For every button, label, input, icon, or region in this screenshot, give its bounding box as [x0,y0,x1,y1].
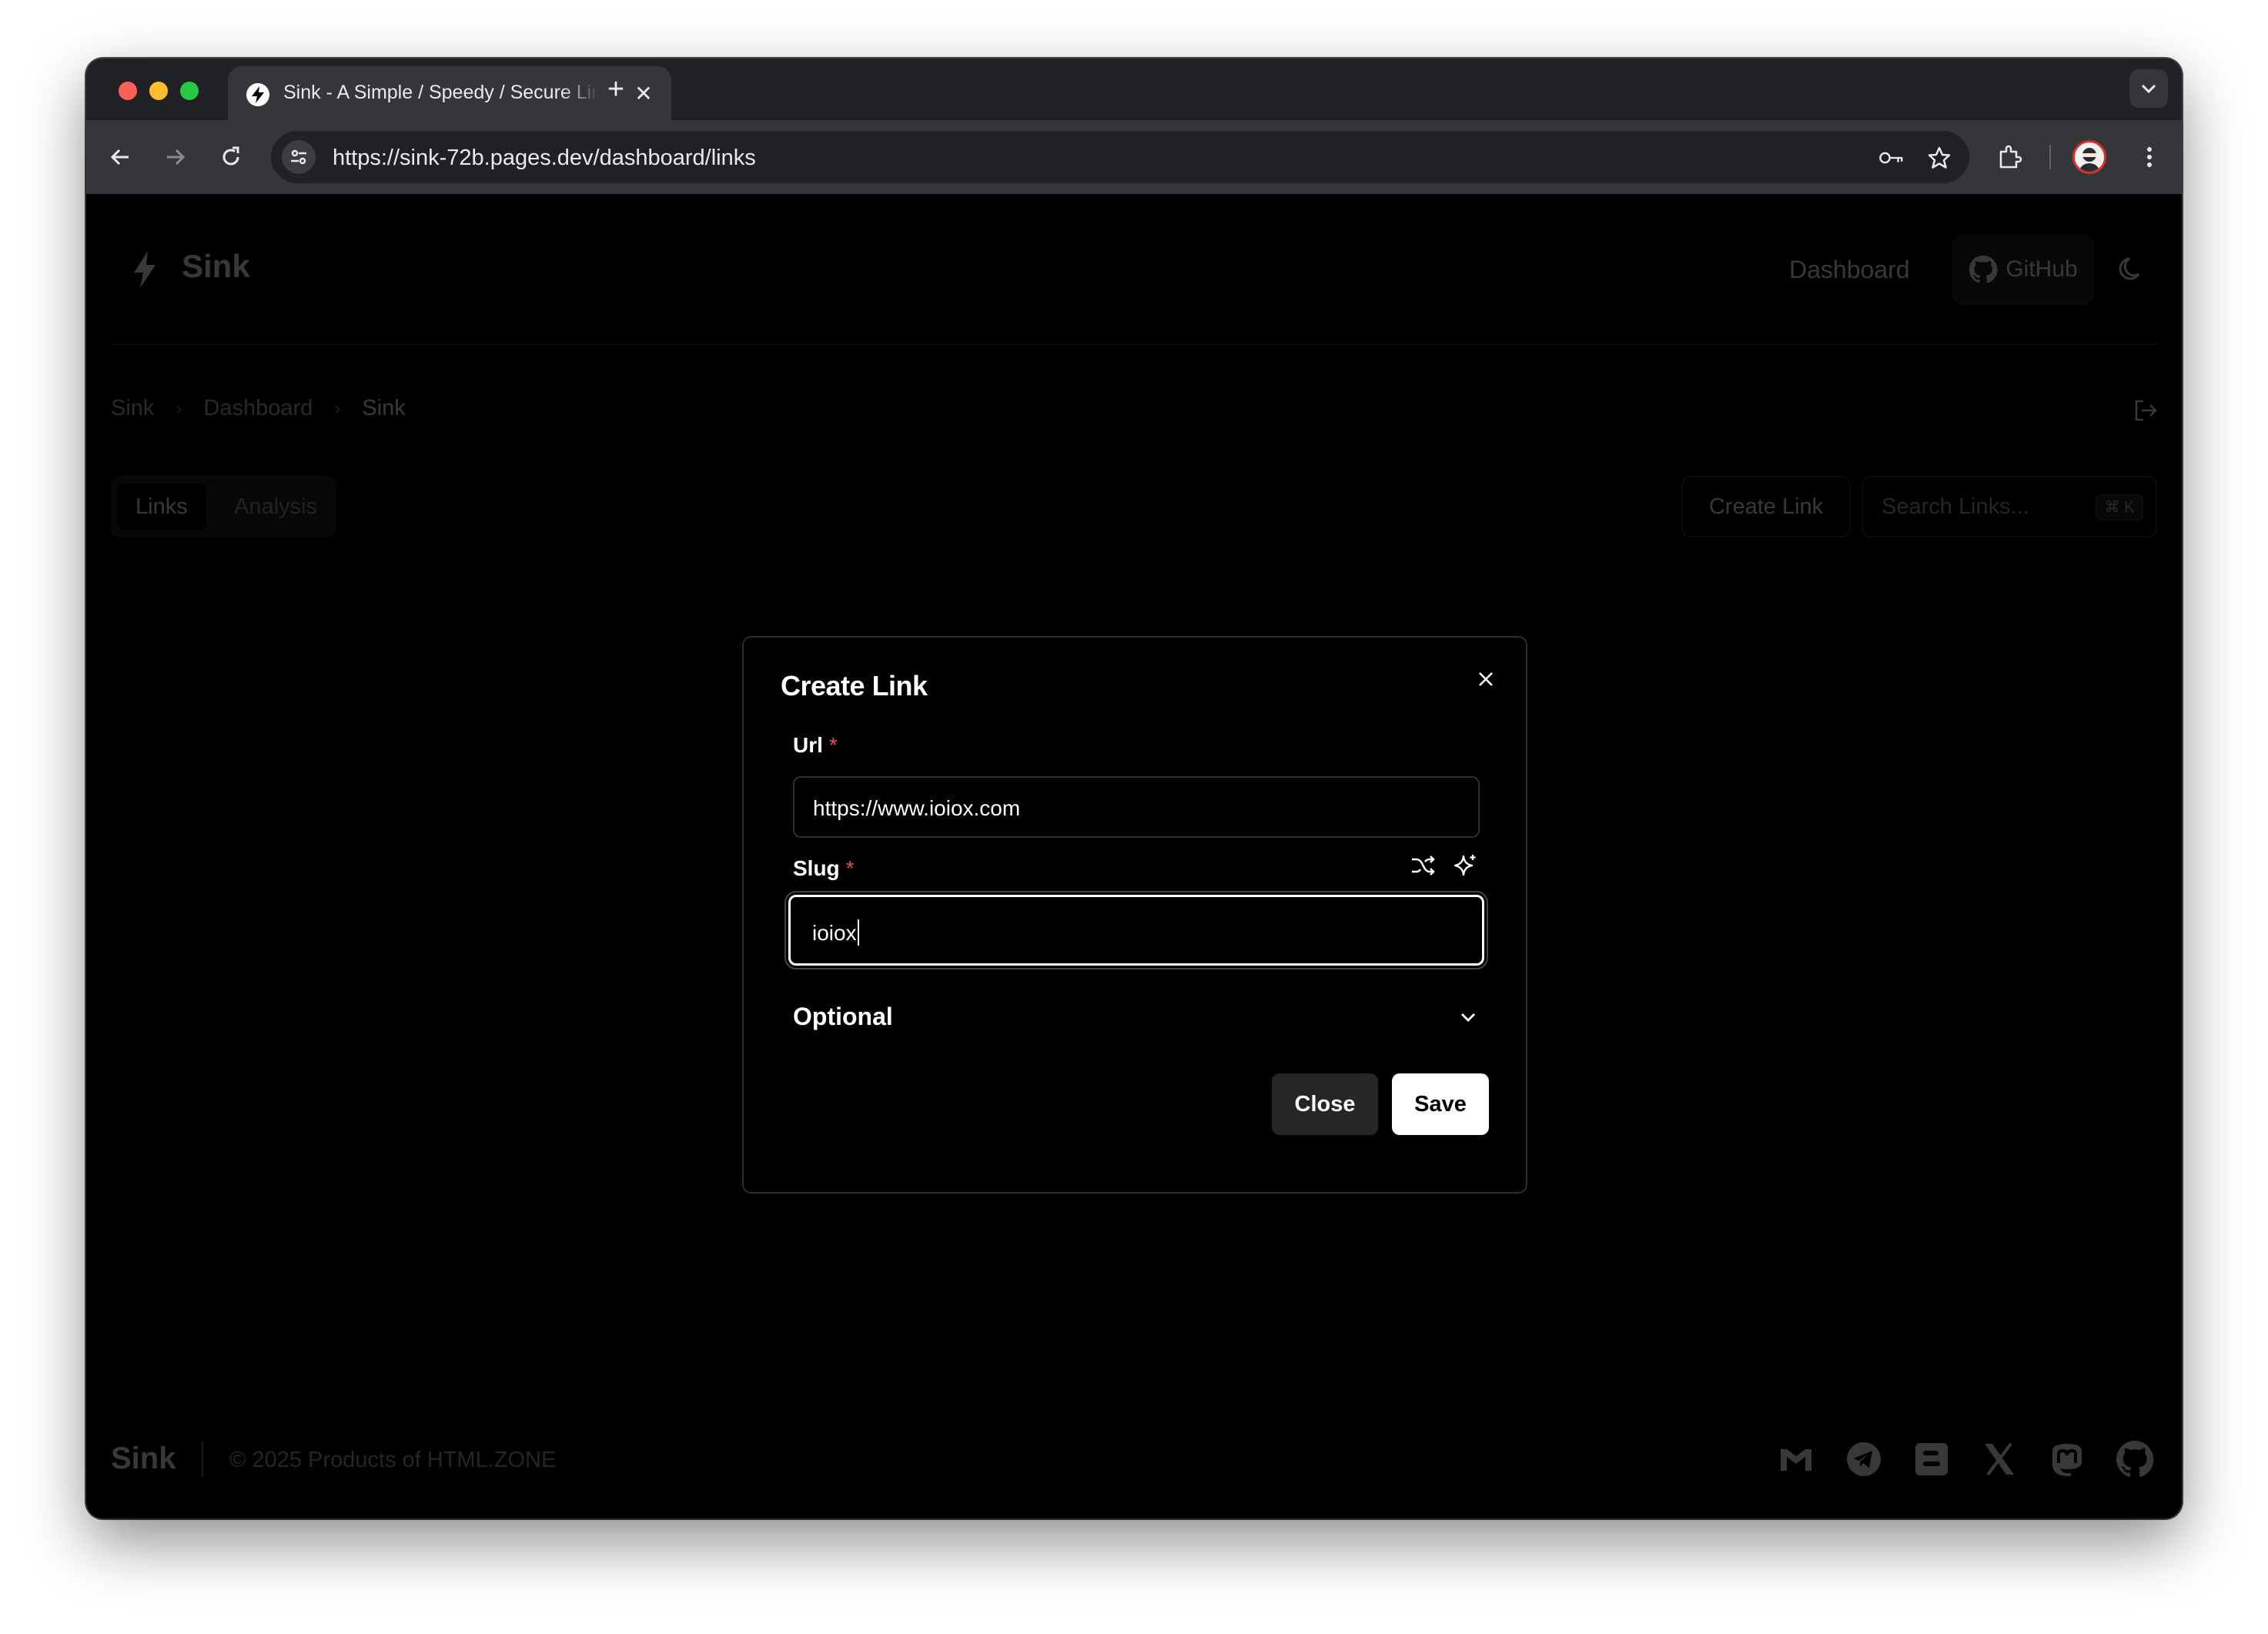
bolt-icon [246,83,269,106]
chevron-right-icon: › [176,397,182,419]
tab-search-button[interactable] [2129,69,2168,108]
site-logo[interactable]: Sink [182,248,250,285]
gmail-icon[interactable] [1777,1440,1815,1478]
optional-accordion-trigger[interactable]: Optional [793,1003,893,1031]
extensions-icon[interactable] [1992,140,2026,174]
breadcrumb-item[interactable]: Dashboard [203,396,313,421]
github-icon [1969,255,1998,283]
github-icon[interactable] [2116,1440,2154,1478]
slug-label-text: Slug [793,856,840,880]
url-label: Url * [793,733,838,758]
slug-label: Slug * [793,856,855,881]
profile-avatar[interactable] [2072,140,2106,174]
forward-button[interactable] [157,139,194,176]
url-label-text: Url [793,733,823,757]
nav-dashboard-link[interactable]: Dashboard [1789,256,1910,284]
close-icon[interactable]: ✕ [631,82,656,106]
back-button[interactable] [102,139,139,176]
close-button[interactable]: Close [1272,1073,1378,1135]
x-icon[interactable] [1980,1440,2019,1478]
search-placeholder: Search Links... [1882,494,2029,519]
save-button[interactable]: Save [1392,1073,1489,1135]
maximize-window-button[interactable] [180,82,199,100]
footer-logo[interactable]: Sink [111,1441,176,1476]
star-icon[interactable] [1926,145,1952,171]
dialog-title: Create Link [781,670,928,701]
create-link-dialog: Create Link Url * https://www.ioiox.com S… [742,636,1527,1194]
shortcut-badge: ⌘ K [2096,494,2143,521]
tab-links[interactable]: Links [117,484,206,530]
toolbar-divider [2049,145,2051,169]
new-tab-button[interactable]: + [600,74,631,105]
breadcrumb: Sink › Dashboard › Sink [111,396,406,421]
breadcrumb-item[interactable]: Sink [111,396,154,421]
chevron-down-icon [2141,84,2156,94]
breadcrumb-current: Sink [362,396,406,420]
logout-icon[interactable] [2133,397,2159,424]
arrow-right-icon [167,149,186,166]
required-mark: * [828,733,838,757]
bolt-icon [129,249,160,290]
minimize-window-button[interactable] [149,82,168,100]
sparkles-icon[interactable] [1452,852,1480,879]
footer-copyright: © 2025 Products of HTML.ZONE [229,1448,557,1472]
browser-window: Sink - A Simple / Speedy / Secure Link S… [86,59,2182,1518]
github-link[interactable]: GitHub [1952,234,2094,305]
arrow-left-icon [110,149,129,166]
footer-divider [202,1441,203,1477]
slug-input[interactable]: ioiox [788,895,1484,966]
required-mark: * [845,856,855,880]
address-bar[interactable]: https://sink-72b.pages.dev/dashboard/lin… [271,131,1969,183]
url-text: https://sink-72b.pages.dev/dashboard/lin… [333,146,756,170]
telegram-icon[interactable] [1845,1440,1883,1478]
page-content: Sink Dashboard GitHub Sink › Dashboard ›… [86,194,2182,1518]
github-label: GitHub [2005,256,2078,282]
tab-title: Sink - A Simple / Speedy / Secure Link S… [283,82,599,103]
slug-input-value: ioiox [812,919,859,946]
url-input[interactable]: https://www.ioiox.com [793,776,1480,838]
url-input-value: https://www.ioiox.com [813,796,1021,820]
key-icon[interactable] [1878,145,1905,171]
moon-icon[interactable] [2116,254,2146,285]
create-link-button[interactable]: Create Link [1681,476,1851,537]
chevron-right-icon: › [334,397,341,419]
slug-input-text: ioiox [812,921,857,945]
reload-button[interactable] [212,139,249,176]
mastodon-icon[interactable] [2048,1440,2086,1478]
search-input[interactable]: Search Links... ⌘ K [1862,476,2157,537]
site-header: Sink Dashboard GitHub [111,194,2157,345]
browser-toolbar: https://sink-72b.pages.dev/dashboard/lin… [86,120,2182,194]
close-window-button[interactable] [119,82,137,100]
close-icon[interactable] [1472,665,1500,693]
reload-icon [222,146,239,166]
text-caret [857,919,859,946]
shuffle-icon[interactable] [1409,852,1437,879]
tabs-list: Links Analysis [111,476,336,537]
chevron-down-icon[interactable] [1455,1004,1481,1030]
tab-strip: Sink - A Simple / Speedy / Secure Link S… [86,59,2182,120]
kebab-menu-icon[interactable] [2133,140,2166,174]
footer-socials [1777,1440,2154,1478]
blogger-icon[interactable] [1912,1440,1951,1478]
site-info-icon[interactable] [282,140,316,174]
tab-analysis[interactable]: Analysis [216,484,336,530]
